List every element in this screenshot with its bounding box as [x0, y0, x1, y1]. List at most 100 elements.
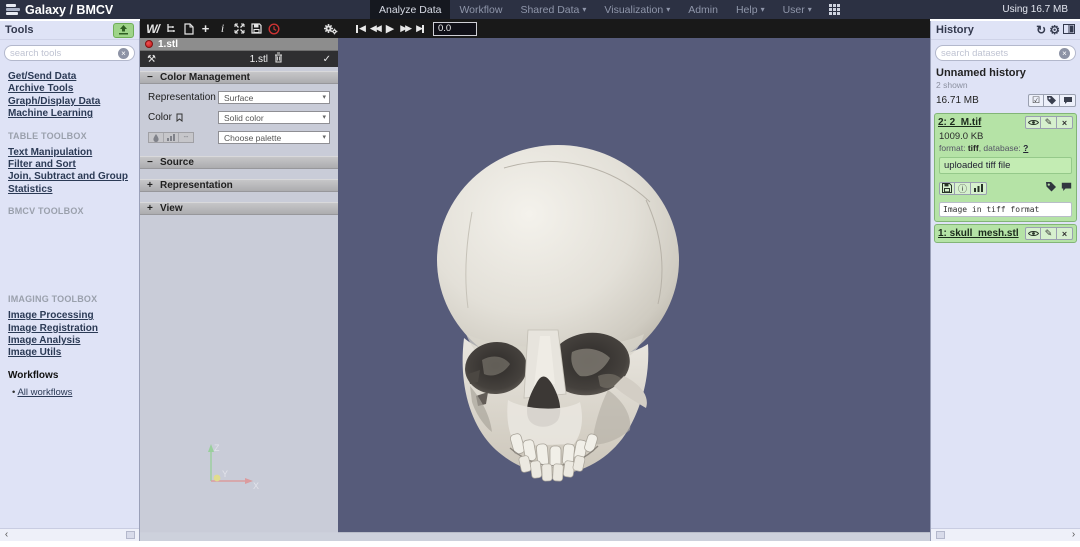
nav-help[interactable]: Help▾ [727, 0, 774, 19]
tool-link-image-analysis[interactable]: Image Analysis [8, 335, 131, 347]
history-options-gear-icon[interactable]: ⚙ [1049, 24, 1060, 36]
galaxy-brand[interactable]: Galaxy / BMCV [0, 3, 113, 17]
tool-link-image-registration[interactable]: Image Registration [8, 323, 131, 335]
scroll-right-arrow-icon[interactable]: › [1067, 529, 1080, 541]
tool-link-image-utils[interactable]: Image Utils [8, 347, 131, 359]
save-state-icon[interactable] [248, 20, 265, 37]
apps-grid-icon[interactable] [829, 4, 840, 15]
solid-color-icon[interactable] [149, 133, 164, 142]
delete-dataset-x-icon[interactable]: × [1057, 116, 1073, 129]
visualizer-logo-icon[interactable]: W/ [144, 20, 161, 37]
clear-search-icon[interactable]: × [118, 48, 129, 59]
nav-shared-data[interactable]: Shared Data▾ [511, 0, 595, 19]
visibility-dot-icon[interactable] [145, 40, 153, 48]
pipeline-browser-icon[interactable] [163, 20, 180, 37]
refresh-icon[interactable]: ↻ [1036, 24, 1046, 36]
download-save-icon[interactable] [939, 182, 955, 195]
color-field: Color Solid color ▾ [148, 111, 330, 124]
history-name[interactable]: Unnamed history [931, 65, 1080, 79]
delete-source-icon[interactable] [274, 52, 283, 66]
palette-select[interactable]: Choose palette ▾ [218, 131, 330, 144]
time-value-input[interactable] [433, 22, 477, 36]
tool-link-join-subtract-group[interactable]: Join, Subtract and Group [8, 171, 131, 183]
tools-search-input[interactable] [10, 48, 118, 59]
upload-button[interactable] [113, 23, 134, 38]
reset-time-icon[interactable] [265, 20, 282, 37]
step-forward-icon[interactable]: ▶▶ [398, 23, 412, 34]
tools-wrench-icon[interactable]: ⚒ [147, 54, 156, 65]
delete-dataset-x-icon[interactable]: × [1057, 227, 1073, 240]
tools-panel: Tools × Get/Send Data Archive Tools Grap… [0, 21, 140, 541]
view-dataset-eye-icon[interactable] [1025, 116, 1041, 129]
pipeline-item[interactable]: 1.stl [140, 38, 338, 51]
caret-down-icon: ▾ [582, 5, 586, 14]
all-workflows-link[interactable]: All workflows [17, 387, 72, 398]
dataset-title-link[interactable]: 1: skull_mesh.stl [938, 228, 1019, 239]
select-items-checkbox-icon[interactable]: ☑ [1028, 94, 1044, 107]
scalar-bar-icon[interactable] [164, 133, 179, 142]
dataset-info-icon[interactable]: ⓘ [955, 182, 971, 195]
skip-to-begin-icon[interactable]: ◀ [353, 23, 366, 34]
pipeline-properties-panel: 1.stl ⚒ 1.stl ✓ − Color Management Repre… [140, 38, 338, 533]
section-source[interactable]: − Source [140, 156, 338, 169]
section-representation[interactable]: + Representation [140, 179, 338, 192]
nav-workflow[interactable]: Workflow [450, 0, 511, 19]
clear-search-icon[interactable]: × [1059, 48, 1070, 59]
dataset-annotation-icon[interactable] [1061, 179, 1072, 197]
view-dataset-eye-icon[interactable] [1025, 227, 1041, 240]
tools-horizontal-scrollbar[interactable]: ‹ [0, 528, 139, 541]
tool-link-graph-display-data[interactable]: Graph/Display Data [8, 96, 131, 108]
tool-link-image-processing[interactable]: Image Processing [8, 310, 131, 322]
skip-to-end-icon[interactable]: ▶ [414, 23, 427, 34]
representation-select[interactable]: Surface ▾ [218, 91, 330, 104]
section-imaging-toolbox: IMAGING TOOLBOX [8, 294, 131, 304]
expand-icon: + [147, 180, 154, 191]
nav-user[interactable]: User▾ [774, 0, 821, 19]
tool-link-filter-and-sort[interactable]: Filter and Sort [8, 159, 131, 171]
bookmark-icon[interactable] [176, 113, 183, 122]
database-link[interactable]: ? [1023, 143, 1028, 153]
history-shown-count: 2 shown [931, 79, 1080, 90]
dataset-title-link[interactable]: 2: 2_M.tif [938, 117, 981, 128]
nav-admin[interactable]: Admin [679, 0, 727, 19]
edit-attributes-pencil-icon[interactable]: ✎ [1041, 227, 1057, 240]
dataset-tags-icon[interactable] [1046, 179, 1057, 197]
tool-link-archive-tools[interactable]: Archive Tools [8, 83, 131, 95]
add-source-icon[interactable]: + [197, 20, 214, 37]
scroll-grip[interactable] [126, 531, 135, 539]
render-viewport[interactable] [338, 38, 930, 533]
section-color-management[interactable]: − Color Management [140, 71, 338, 84]
step-back-icon[interactable]: ◀◀ [368, 23, 382, 34]
nav-visualization[interactable]: Visualization▾ [595, 0, 679, 19]
history-search-input[interactable] [941, 48, 1059, 59]
tool-link-text-manipulation[interactable]: Text Manipulation [8, 147, 131, 159]
tool-link-get-send-data[interactable]: Get/Send Data [8, 71, 131, 83]
play-icon[interactable]: ▶ [384, 22, 396, 35]
section-view[interactable]: + View [140, 202, 338, 215]
visualize-chart-icon[interactable] [971, 182, 987, 195]
history-title: History [936, 24, 974, 36]
scroll-grip[interactable] [936, 531, 945, 539]
history-tags-icon[interactable] [1044, 94, 1060, 107]
edit-attributes-pencil-icon[interactable]: ✎ [1041, 116, 1057, 129]
representation-label: Representation [148, 92, 218, 103]
files-icon[interactable] [180, 20, 197, 37]
history-annotation-icon[interactable] [1060, 94, 1076, 107]
apply-check-icon[interactable]: ✓ [323, 54, 331, 65]
tool-link-machine-learning[interactable]: Machine Learning [8, 108, 131, 120]
history-horizontal-scrollbar[interactable]: › [931, 528, 1080, 541]
settings-gears-icon[interactable] [322, 20, 339, 37]
nav-analyze-data[interactable]: Analyze Data [370, 0, 450, 19]
section-bmcv-toolbox: BMCV TOOLBOX [8, 206, 131, 216]
information-icon[interactable]: i [214, 20, 231, 37]
multi-history-view-icon[interactable] [1063, 24, 1075, 36]
color-select[interactable]: Solid color ▾ [218, 111, 330, 124]
representation-field: Representation Surface ▾ [148, 91, 330, 104]
scroll-left-arrow-icon[interactable]: ‹ [0, 529, 13, 541]
tool-link-statistics[interactable]: Statistics [8, 184, 131, 196]
properties-title: 1.stl [250, 54, 268, 65]
more-options-icon[interactable]: -- [179, 133, 193, 142]
caret-down-icon: ▾ [666, 5, 670, 14]
history-header: History ↻ ⚙ [931, 21, 1080, 40]
toggle-panels-icon[interactable] [231, 20, 248, 37]
